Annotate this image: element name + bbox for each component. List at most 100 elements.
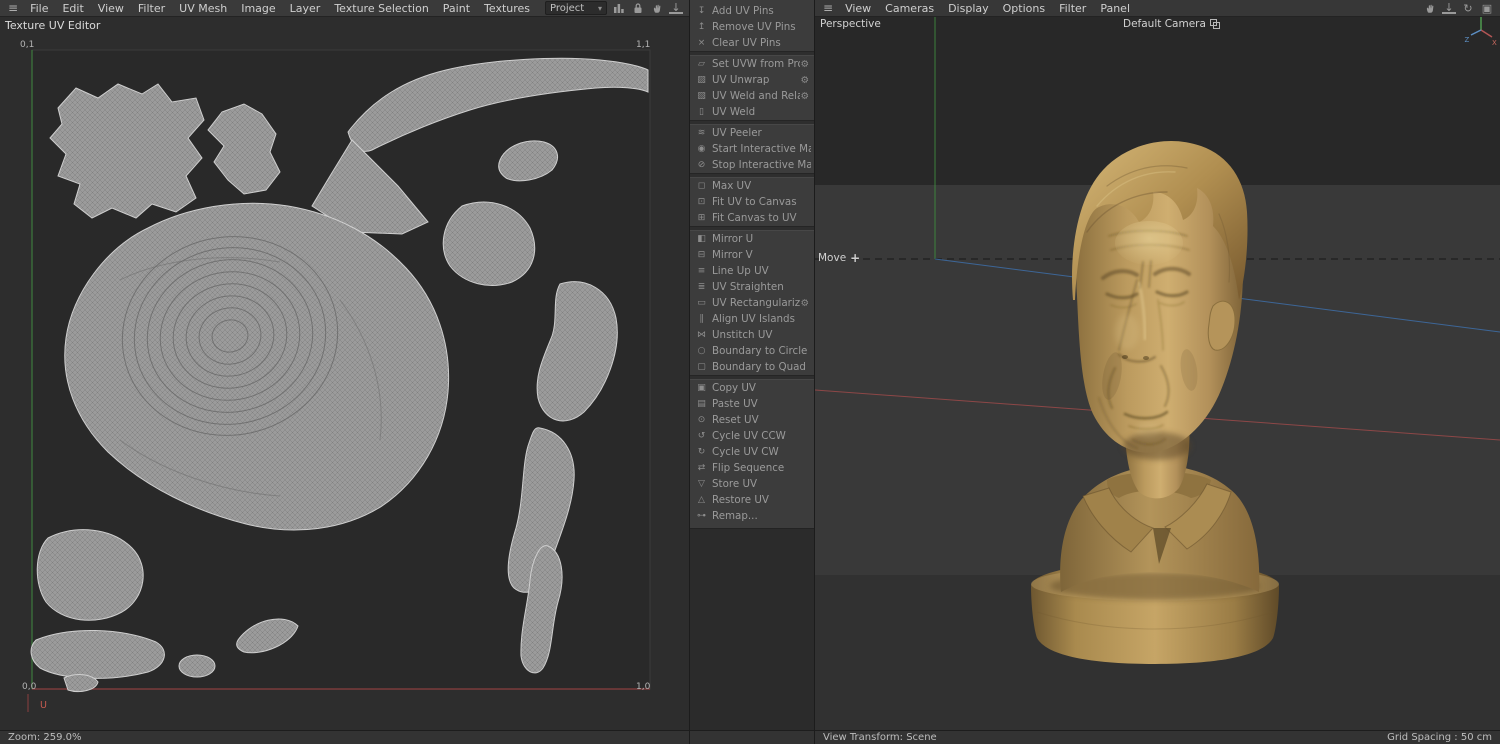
- move-cross-icon: +: [850, 253, 860, 263]
- uv-command-set-uvw-from-projection[interactable]: ▱Set UVW from Projection⚙: [690, 56, 814, 72]
- gear-icon[interactable]: ⚙: [800, 298, 811, 309]
- uv-island[interactable]: [179, 655, 215, 677]
- axis-x-label: X: [1492, 39, 1497, 46]
- command-label: UV Straighten: [712, 281, 811, 293]
- uv-command-remove-uv-pins[interactable]: ↥Remove UV Pins: [690, 19, 814, 35]
- uv-command-unstitch-uv[interactable]: ⋈Unstitch UV: [690, 327, 814, 343]
- uv-editor-title: Texture UV Editor: [5, 19, 100, 32]
- uv-command-mirror-u[interactable]: ◧Mirror U: [690, 231, 814, 247]
- uv-command-boundary-to-quad[interactable]: ▢Boundary to Quad: [690, 359, 814, 375]
- command-label: UV Rectangularize: [712, 297, 800, 309]
- vp-menu-panel[interactable]: Panel: [1093, 0, 1137, 17]
- uv-command-max-uv[interactable]: ◻Max UV: [690, 178, 814, 194]
- command-label: Fit Canvas to UV: [712, 212, 811, 224]
- uv-command-copy-uv[interactable]: ▣Copy UV: [690, 380, 814, 396]
- uv-island[interactable]: [31, 630, 164, 678]
- uv-menu-view[interactable]: View: [91, 0, 131, 17]
- uv-command-uv-rectangularize[interactable]: ▭UV Rectangularize⚙: [690, 295, 814, 311]
- uv-menu-layer[interactable]: Layer: [283, 0, 328, 17]
- unwrap-icon: ▨: [694, 75, 709, 85]
- viewport-canvas[interactable]: [815, 0, 1500, 744]
- uv-command-uv-unwrap[interactable]: ▨UV Unwrap⚙: [690, 72, 814, 88]
- lock-icon[interactable]: [631, 1, 645, 16]
- uv-command-uv-weld-and-relax[interactable]: ▧UV Weld and Relax⚙: [690, 88, 814, 104]
- uv-command-mirror-v[interactable]: ⊟Mirror V: [690, 247, 814, 263]
- uv-command-clear-uv-pins[interactable]: ×Clear UV Pins: [690, 35, 814, 51]
- viewport-panel: ≡ ViewCamerasDisplayOptionsFilterPanel ↓…: [815, 0, 1500, 744]
- vp-menu-filter[interactable]: Filter: [1052, 0, 1093, 17]
- vp-menu-options[interactable]: Options: [996, 0, 1052, 17]
- hamburger-icon[interactable]: ≡: [3, 1, 23, 15]
- uv-command-cycle-uv-cw[interactable]: ↻Cycle UV CW: [690, 444, 814, 460]
- gear-icon[interactable]: ⚙: [800, 91, 811, 102]
- camera-selector[interactable]: Default Camera: [1123, 18, 1221, 30]
- uv-command-restore-uv[interactable]: △Restore UV: [690, 492, 814, 508]
- uv-menu-uv-mesh[interactable]: UV Mesh: [172, 0, 234, 17]
- uv-command-line-up-uv[interactable]: ≡Line Up UV: [690, 263, 814, 279]
- uv-command-start-interactive-mapping[interactable]: ◉Start Interactive Mapping: [690, 141, 814, 157]
- panel-frame-icon[interactable]: ▣: [1480, 1, 1494, 16]
- uv-menu-file[interactable]: File: [23, 0, 55, 17]
- command-label: Stop Interactive Mapping: [712, 159, 811, 171]
- arrow-down-icon[interactable]: ↓: [669, 2, 683, 14]
- command-label: Align UV Islands: [712, 313, 811, 325]
- peeler-icon: ≋: [694, 128, 709, 138]
- hand-icon[interactable]: [1423, 1, 1437, 16]
- command-label: Boundary to Quad: [712, 361, 811, 373]
- gear-icon[interactable]: ⚙: [800, 75, 811, 86]
- uv-command-stop-interactive-mapping[interactable]: ⊘Stop Interactive Mapping: [690, 157, 814, 173]
- uv-menu-textures[interactable]: Textures: [477, 0, 537, 17]
- hand-icon[interactable]: [650, 1, 664, 16]
- uv-command-paste-uv[interactable]: ▤Paste UV: [690, 396, 814, 412]
- uv-command-store-uv[interactable]: ▽Store UV: [690, 476, 814, 492]
- gear-icon[interactable]: ⚙: [800, 59, 811, 70]
- command-label: UV Weld: [712, 106, 811, 118]
- uv-menu-paint[interactable]: Paint: [436, 0, 477, 17]
- fit-uv-canvas-icon: ⊡: [694, 197, 709, 207]
- uv-command-uv-weld[interactable]: ▯UV Weld: [690, 104, 814, 120]
- reload-icon[interactable]: ↻: [1461, 1, 1475, 16]
- project-select[interactable]: Project ▾: [545, 1, 607, 15]
- uv-command-flip-sequence[interactable]: ⇄Flip Sequence: [690, 460, 814, 476]
- uv-command-fit-uv-to-canvas[interactable]: ⊡Fit UV to Canvas: [690, 194, 814, 210]
- fit-canvas-uv-icon: ⊞: [694, 213, 709, 223]
- uv-island[interactable]: [37, 530, 143, 621]
- command-label: Fit UV to Canvas: [712, 196, 811, 208]
- uv-command-remap[interactable]: ⊶Remap...: [690, 508, 814, 524]
- uv-command-boundary-to-circle[interactable]: ○Boundary to Circle: [690, 343, 814, 359]
- uv-command-reset-uv[interactable]: ⊙Reset UV: [690, 412, 814, 428]
- weld-icon: ▯: [694, 107, 709, 117]
- vp-menu-view[interactable]: View: [838, 0, 878, 17]
- uv-command-fit-canvas-to-uv[interactable]: ⊞Fit Canvas to UV: [690, 210, 814, 226]
- align-islands-icon: ∥: [694, 314, 709, 324]
- uv-corner-bottom-left: 0,0: [22, 682, 36, 692]
- vp-menu-display[interactable]: Display: [941, 0, 996, 17]
- uv-command-cycle-uv-ccw[interactable]: ↺Cycle UV CCW: [690, 428, 814, 444]
- command-label: Boundary to Circle: [712, 345, 811, 357]
- command-label: Remap...: [712, 510, 811, 522]
- command-label: Remove UV Pins: [712, 21, 811, 33]
- arrow-down-icon[interactable]: ↓: [1442, 2, 1456, 14]
- uv-command-uv-straighten[interactable]: ≣UV Straighten: [690, 279, 814, 295]
- uv-menu-image[interactable]: Image: [234, 0, 282, 17]
- chart-icon[interactable]: [612, 1, 626, 16]
- paste-icon: ▤: [694, 399, 709, 409]
- uv-menu-edit[interactable]: Edit: [55, 0, 90, 17]
- bodypaint-uv-edit-layout: ≡ FileEditViewFilterUV MeshImageLayerTex…: [0, 0, 1500, 744]
- uv-menu-filter[interactable]: Filter: [131, 0, 172, 17]
- boundary-circle-icon: ○: [694, 346, 709, 356]
- uv-command-uv-peeler[interactable]: ≋UV Peeler: [690, 125, 814, 141]
- remap-icon: ⊶: [694, 511, 709, 521]
- uv-corner-bottom-right: 1,0: [636, 682, 650, 692]
- projection-icon: ▱: [694, 59, 709, 69]
- uv-command-align-uv-islands[interactable]: ∥Align UV Islands: [690, 311, 814, 327]
- command-label: UV Unwrap: [712, 74, 800, 86]
- uv-canvas[interactable]: [0, 0, 690, 744]
- uv-command-add-uv-pins[interactable]: ↧Add UV Pins: [690, 3, 814, 19]
- rectangularize-icon: ▭: [694, 298, 709, 308]
- reset-icon: ⊙: [694, 415, 709, 425]
- uv-menu-texture-selection[interactable]: Texture Selection: [327, 0, 435, 17]
- hamburger-icon[interactable]: ≡: [818, 1, 838, 15]
- cycle-ccw-icon: ↺: [694, 431, 709, 441]
- vp-menu-cameras[interactable]: Cameras: [878, 0, 941, 17]
